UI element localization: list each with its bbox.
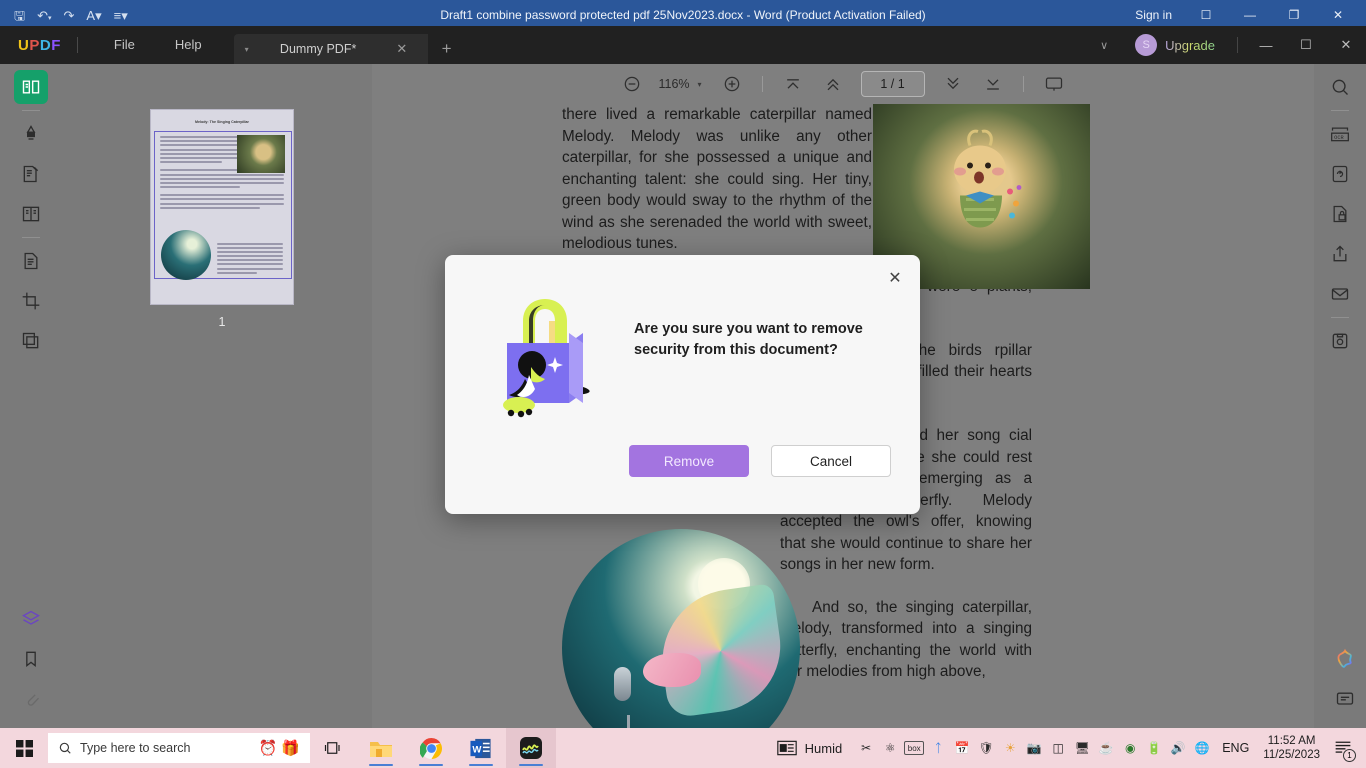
notifications-button[interactable]: 1 [1326, 728, 1360, 768]
taskbar-app-chrome[interactable] [406, 728, 456, 768]
screen: 🖫 ↶▾ ↷ A▾ ≡▾ Draft1 combine password pro… [0, 0, 1366, 768]
weather-widget[interactable]: Humid [765, 740, 855, 756]
battery-icon[interactable]: 🔋 [1142, 728, 1166, 768]
adobe-creative-cloud-icon[interactable]: ⚛ [878, 728, 902, 768]
weather-label: Humid [805, 741, 843, 756]
running-indicator [419, 764, 443, 766]
calendar-app-icon[interactable]: 📅 [950, 728, 974, 768]
search-icon [58, 741, 72, 755]
network-no-internet-icon[interactable]: 🌐 [1190, 728, 1214, 768]
weather-news-icon [777, 740, 797, 756]
system-tray: Humid ✂ ⚛ box ᛏ 📅 🛡 ☀ 📷 ◫ 🖥 ☕ ◉ 🔋 🔊 🌐 EN… [765, 728, 1366, 768]
start-button[interactable] [0, 728, 48, 768]
java-icon[interactable]: ☕ [1094, 728, 1118, 768]
language-indicator[interactable]: ENG [1214, 741, 1257, 755]
dialog-close-icon[interactable]: ✕ [882, 265, 908, 291]
clock-date: 11/25/2023 [1263, 748, 1320, 762]
cancel-button[interactable]: Cancel [771, 445, 891, 477]
running-indicator [369, 764, 393, 766]
taskbar-app-word[interactable]: W [456, 728, 506, 768]
onenote-clipper-icon[interactable]: ✂ [854, 728, 878, 768]
search-input[interactable]: Type here to search ⏰ 🎁 [48, 733, 310, 763]
notification-count: 1 [1343, 749, 1356, 762]
padlock-security-illustration [485, 295, 611, 421]
file-explorer-icon [369, 738, 393, 759]
dialog-message: Are you sure you want to remove security… [634, 319, 880, 361]
running-indicator [469, 764, 493, 766]
sun-update-icon[interactable]: ☀ [998, 728, 1022, 768]
running-indicator [519, 764, 543, 766]
padlock-illustration-svg [485, 295, 611, 421]
google-chrome-icon [420, 737, 443, 760]
taskbar-app-updf[interactable] [506, 728, 556, 768]
nvidia-icon[interactable]: ◉ [1118, 728, 1142, 768]
server-icon[interactable]: ◫ [1046, 728, 1070, 768]
remove-security-dialog: ✕ [445, 255, 920, 514]
microsoft-word-icon: W [470, 737, 492, 760]
word-sign-in-button[interactable]: Sign in [1123, 8, 1184, 22]
bluetooth-icon[interactable]: ᛏ [926, 728, 950, 768]
gift-icon[interactable]: 🎁 [281, 739, 300, 757]
clock[interactable]: 11:52 AM 11/25/2023 [1257, 734, 1326, 762]
svg-text:W: W [472, 744, 482, 755]
alarm-clock-icon[interactable]: ⏰ [259, 739, 278, 757]
updf-icon [519, 736, 543, 760]
display-icon[interactable]: 🖥 [1070, 728, 1094, 768]
dialog-actions: Remove Cancel [629, 445, 891, 477]
updf-window: UPDF File Help ▾ Dummy PDF* ✕ + ∨ S Upgr… [0, 26, 1366, 738]
camera-privacy-icon[interactable]: 📷 [1022, 728, 1046, 768]
volume-icon[interactable]: 🔊 [1166, 728, 1190, 768]
remove-button[interactable]: Remove [629, 445, 749, 477]
clock-time: 11:52 AM [1263, 734, 1320, 748]
taskbar-app-file-explorer[interactable] [356, 728, 406, 768]
box-sync-icon[interactable]: box [904, 741, 924, 755]
windows-taskbar: Type here to search ⏰ 🎁 [0, 728, 1366, 768]
windows-start-icon [16, 740, 33, 757]
search-placeholder: Type here to search [80, 741, 190, 755]
task-view-button[interactable] [310, 728, 356, 768]
task-view-icon [324, 740, 342, 756]
windows-security-warning-icon[interactable]: 🛡 [974, 728, 998, 768]
